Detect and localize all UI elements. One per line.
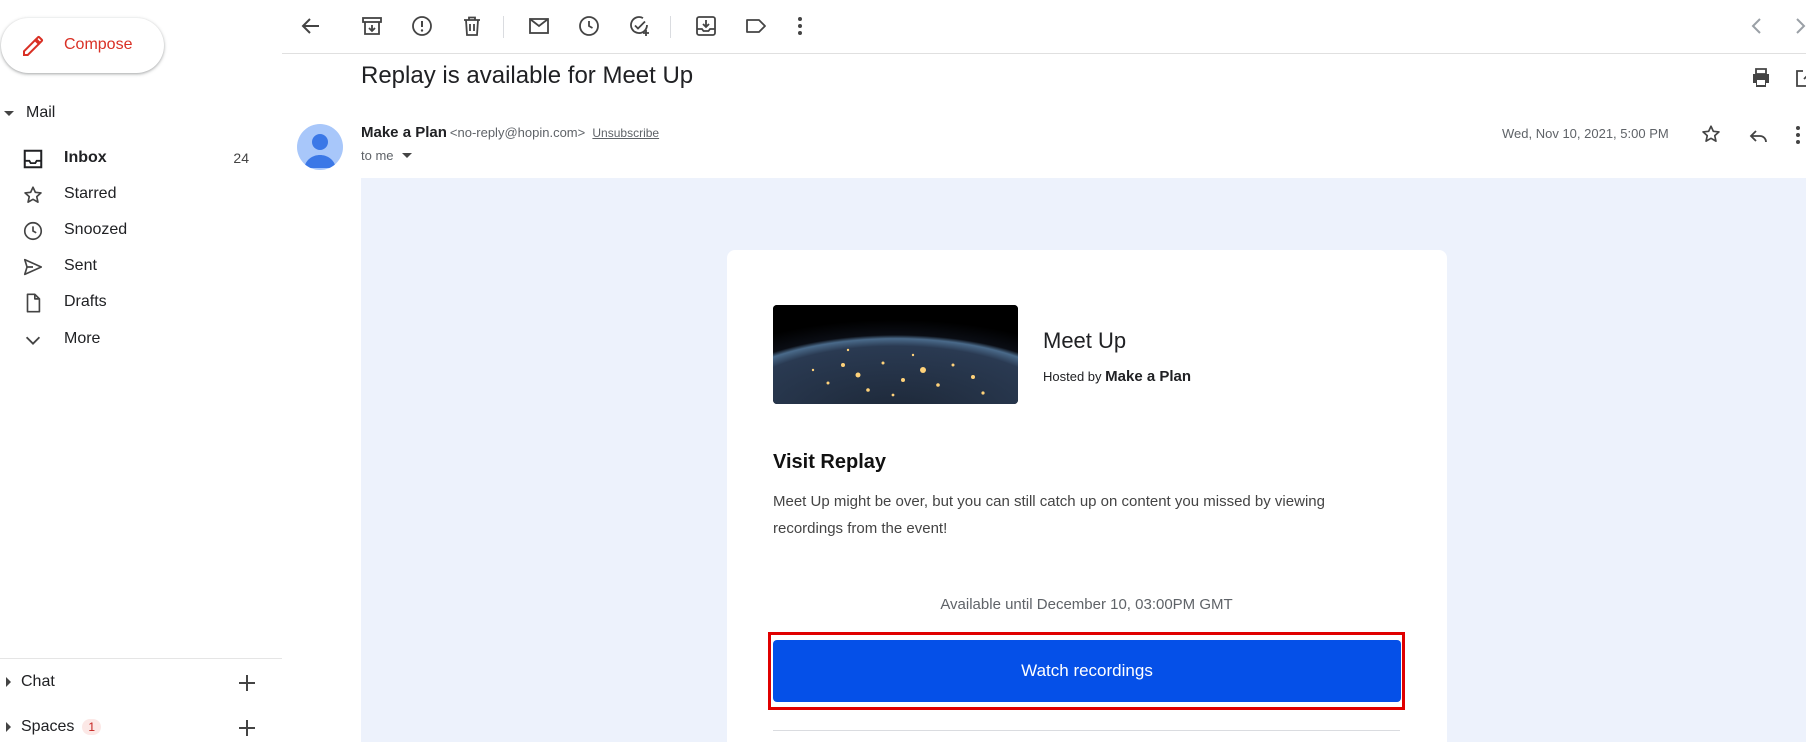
delete-icon[interactable] xyxy=(460,14,484,38)
availability-note: Available until December 10, 03:00PM GMT xyxy=(940,596,1233,613)
sidebar-item-inbox[interactable]: Inbox 24 xyxy=(0,142,262,174)
recipient-details-toggle[interactable]: to me xyxy=(361,148,412,163)
toolbar-separator xyxy=(503,16,504,38)
hosted-by-prefix: Hosted by xyxy=(1043,369,1102,384)
sender-email: <no-reply@hopin.com> xyxy=(449,125,586,140)
watch-recordings-button[interactable]: Watch recordings xyxy=(773,640,1401,702)
message-toolbar xyxy=(282,0,1806,54)
sidebar-item-label: Drafts xyxy=(64,293,107,310)
event-banner-image xyxy=(773,305,1018,404)
more-vert-icon[interactable] xyxy=(1790,123,1806,147)
compose-label: Compose xyxy=(64,36,133,53)
archive-icon[interactable] xyxy=(360,14,384,38)
sidebar-item-more[interactable]: More xyxy=(0,323,262,355)
print-icon[interactable] xyxy=(1749,66,1773,90)
host-name: Make a Plan xyxy=(1105,368,1192,385)
replay-title: Visit Replay xyxy=(773,451,887,473)
inbox-count: 24 xyxy=(233,150,249,166)
pencil-icon xyxy=(21,34,45,58)
add-task-icon[interactable] xyxy=(627,14,651,38)
hosted-by-line: Hosted by Make a Plan xyxy=(1043,368,1191,385)
back-arrow-icon[interactable] xyxy=(299,14,323,38)
spaces-section-label: Spaces xyxy=(21,718,75,735)
more-vert-icon[interactable] xyxy=(788,14,812,38)
toolbar-separator xyxy=(670,16,671,38)
move-to-icon[interactable] xyxy=(694,14,718,38)
sender-line: Make a Plan <no-reply@hopin.com> Unsubscr… xyxy=(361,124,659,141)
sidebar-item-starred[interactable]: Starred xyxy=(0,178,262,210)
sender-name[interactable]: Make a Plan xyxy=(361,124,447,141)
older-chevron-right-icon[interactable] xyxy=(1788,14,1806,38)
recipient-label: to me xyxy=(361,148,394,163)
message-date: Wed, Nov 10, 2021, 5:00 PM xyxy=(1502,126,1669,141)
star-icon xyxy=(22,184,44,206)
card-divider xyxy=(773,730,1400,731)
chat-section-label: Chat xyxy=(21,673,55,690)
sidebar: Compose Mail Inbox 24 Starred Snoozed Se… xyxy=(0,0,282,742)
report-spam-icon[interactable] xyxy=(410,14,434,38)
caret-right-icon xyxy=(6,677,11,687)
send-icon xyxy=(22,256,44,278)
clock-icon xyxy=(22,220,44,242)
star-icon[interactable] xyxy=(1700,123,1722,145)
reply-icon[interactable] xyxy=(1746,123,1770,147)
sidebar-item-sent[interactable]: Sent xyxy=(0,250,262,282)
chat-section-header[interactable]: Chat xyxy=(0,673,55,691)
open-new-window-icon[interactable] xyxy=(1793,66,1806,90)
spaces-section-header[interactable]: Spaces 1 xyxy=(0,718,102,736)
newer-chevron-left-icon[interactable] xyxy=(1745,14,1769,38)
sidebar-divider xyxy=(0,658,282,659)
sidebar-item-label: Starred xyxy=(64,185,117,202)
message-subject: Replay is available for Meet Up xyxy=(361,62,694,89)
chevron-down-icon xyxy=(22,329,44,351)
caret-right-icon xyxy=(6,722,11,732)
caret-down-icon xyxy=(401,153,412,158)
sidebar-item-label: More xyxy=(64,330,101,347)
sidebar-item-drafts[interactable]: Drafts xyxy=(0,286,262,318)
label-icon[interactable] xyxy=(744,14,768,38)
add-space-plus-icon[interactable] xyxy=(237,718,257,738)
sidebar-item-label: Sent xyxy=(64,257,97,274)
sender-avatar[interactable] xyxy=(297,124,343,170)
mail-section-header[interactable]: Mail xyxy=(0,104,55,122)
snooze-icon[interactable] xyxy=(577,14,601,38)
replay-description: Meet Up might be over, but you can still… xyxy=(773,493,1325,537)
caret-down-icon xyxy=(4,110,14,116)
compose-button[interactable]: Compose xyxy=(1,18,164,73)
unsubscribe-link[interactable]: Unsubscribe xyxy=(592,126,659,140)
spaces-badge: 1 xyxy=(82,719,102,735)
sidebar-item-label: Snoozed xyxy=(64,221,128,238)
mail-section-label: Mail xyxy=(26,104,56,121)
sidebar-item-snoozed[interactable]: Snoozed xyxy=(0,214,262,246)
inbox-icon xyxy=(22,148,44,170)
event-name: Meet Up xyxy=(1043,328,1127,353)
sidebar-item-label: Inbox xyxy=(64,149,107,166)
mark-unread-icon[interactable] xyxy=(527,14,551,38)
add-chat-plus-icon[interactable] xyxy=(237,673,257,693)
file-icon xyxy=(22,292,44,314)
